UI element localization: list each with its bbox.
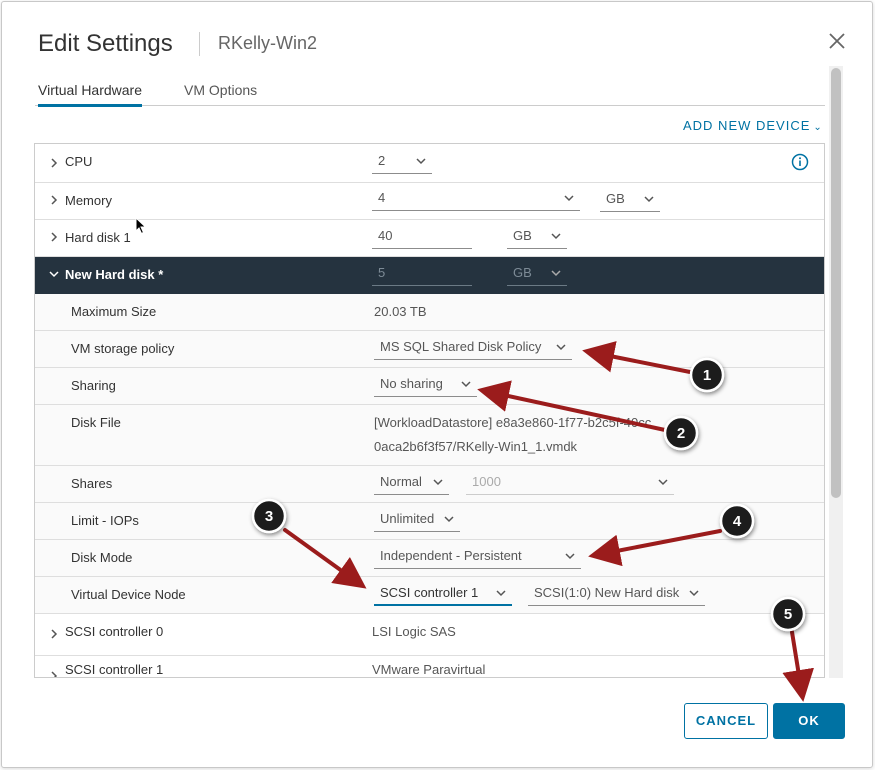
- device-node-row: Virtual Device Node SCSI controller 1 SC…: [35, 577, 824, 614]
- sharing-value: No sharing: [380, 376, 443, 391]
- memory-unit: GB: [606, 191, 625, 206]
- shares-label: Shares: [71, 476, 113, 491]
- max-size-row: Maximum Size 20.03 TB: [35, 294, 824, 331]
- dialog-title: Edit Settings: [38, 30, 173, 57]
- chevron-down-icon: [433, 479, 443, 486]
- hard-disk-1-unit: GB: [513, 228, 532, 243]
- shares-select[interactable]: Normal: [374, 473, 449, 495]
- hard-disk-1-unit-select[interactable]: GB: [507, 227, 567, 249]
- disk-mode-label: Disk Mode: [71, 550, 133, 565]
- storage-policy-value: MS SQL Shared Disk Policy: [380, 339, 542, 354]
- storage-policy-label: VM storage policy: [71, 341, 175, 356]
- sharing-row: Sharing No sharing: [35, 368, 824, 405]
- info-icon[interactable]: [791, 153, 809, 171]
- scsi-controller-0-label: SCSI controller 0: [65, 624, 164, 639]
- disk-file-row: Disk File [WorkloadDatastore] e8a3e860-1…: [35, 405, 824, 466]
- mouse-cursor-icon: [135, 217, 147, 235]
- shares-value: Normal: [380, 474, 422, 489]
- chevron-right-icon[interactable]: [49, 158, 59, 168]
- scsi-controller-0-value: LSI Logic SAS: [372, 624, 456, 639]
- tab-bar: Virtual Hardware VM Options: [35, 80, 825, 107]
- limit-iops-value: Unlimited: [380, 511, 435, 526]
- memory-select[interactable]: 4: [372, 189, 580, 211]
- storage-policy-row: VM storage policy MS SQL Shared Disk Pol…: [35, 331, 824, 368]
- scrollbar[interactable]: [829, 66, 843, 678]
- device-node-value: SCSI(1:0) New Hard disk: [534, 585, 680, 600]
- limit-iops-select[interactable]: Unlimited: [374, 510, 460, 532]
- vm-name: RKelly-Win2: [218, 33, 318, 53]
- tab-virtual-hardware[interactable]: Virtual Hardware: [38, 82, 143, 107]
- memory-unit-select[interactable]: GB: [600, 190, 660, 212]
- chevron-right-icon[interactable]: [49, 629, 59, 639]
- disk-mode-select[interactable]: Independent - Persistent: [374, 547, 581, 569]
- chevron-right-icon[interactable]: [49, 671, 59, 678]
- scsi-controller-1-value: VMware Paravirtual: [372, 662, 486, 677]
- chevron-down-icon: [658, 479, 668, 486]
- cpu-label: CPU: [65, 154, 93, 169]
- device-node-select[interactable]: SCSI(1:0) New Hard disk: [528, 584, 705, 606]
- device-node-controller-select[interactable]: SCSI controller 1: [374, 584, 512, 606]
- new-hard-disk-row: New Hard disk * 5 GB: [35, 257, 824, 294]
- max-size-label: Maximum Size: [71, 304, 157, 319]
- chevron-right-icon[interactable]: [49, 232, 59, 242]
- cpu-value: 2: [378, 153, 386, 168]
- chevron-down-icon: ⌄: [813, 122, 823, 133]
- add-new-device-label: ADD NEW DEVICE: [683, 118, 811, 133]
- chevron-down-icon: [551, 270, 561, 277]
- shares-amount-select[interactable]: 1000: [466, 473, 674, 495]
- shares-row: Shares Normal 1000: [35, 466, 824, 503]
- device-node-controller: SCSI controller 1: [380, 585, 479, 600]
- cpu-select[interactable]: 2: [372, 152, 432, 174]
- new-hard-disk-label: New Hard disk *: [65, 267, 164, 282]
- limit-iops-row: Limit - IOPs Unlimited: [35, 503, 824, 540]
- scrollbar-thumb[interactable]: [831, 68, 841, 498]
- chevron-down-icon: [444, 516, 454, 523]
- chevron-down-icon[interactable]: [49, 269, 59, 279]
- sharing-select[interactable]: No sharing: [374, 375, 477, 397]
- chevron-down-icon: [496, 590, 506, 597]
- disk-file-path-2: 0aca2b6f3f57/RKelly-Win1_1.vmdk: [374, 439, 578, 454]
- add-new-device-button[interactable]: ADD NEW DEVICE ⌄: [683, 118, 823, 133]
- device-node-label: Virtual Device Node: [71, 587, 186, 602]
- title-separator: [199, 32, 200, 56]
- new-hard-disk-size: 5: [378, 265, 386, 280]
- close-icon[interactable]: [826, 30, 848, 52]
- scsi-controller-1-row: SCSI controller 1 VMware Paravirtual: [35, 656, 824, 678]
- sharing-label: Sharing: [71, 378, 116, 393]
- chevron-down-icon: [416, 158, 426, 165]
- shares-amount: 1000: [472, 474, 501, 489]
- hard-disk-1-label: Hard disk 1: [65, 230, 131, 245]
- ok-button[interactable]: OK: [773, 703, 845, 739]
- memory-row: Memory 4 GB: [35, 183, 824, 220]
- chevron-down-icon: [689, 590, 699, 597]
- memory-value: 4: [378, 190, 386, 205]
- storage-policy-select[interactable]: MS SQL Shared Disk Policy: [374, 338, 572, 360]
- hard-disk-1-size-input[interactable]: 40: [372, 227, 472, 249]
- chevron-down-icon: [461, 381, 471, 388]
- chevron-down-icon: [644, 196, 654, 203]
- chevron-down-icon: [564, 195, 574, 202]
- limit-iops-label: Limit - IOPs: [71, 513, 139, 528]
- disk-mode-row: Disk Mode Independent - Persistent: [35, 540, 824, 577]
- cpu-row: CPU 2: [35, 144, 824, 183]
- hard-disk-1-size: 40: [378, 228, 393, 243]
- memory-label: Memory: [65, 193, 112, 208]
- disk-file-label: Disk File: [71, 415, 121, 430]
- new-hard-disk-unit-select[interactable]: GB: [507, 264, 567, 286]
- scsi-controller-0-row: SCSI controller 0 LSI Logic SAS: [35, 614, 824, 656]
- chevron-down-icon: [565, 553, 575, 560]
- disk-mode-value: Independent - Persistent: [380, 548, 522, 563]
- cancel-button[interactable]: CANCEL: [684, 703, 768, 739]
- scsi-controller-1-label: SCSI controller 1: [65, 662, 164, 677]
- max-size-value: 20.03 TB: [374, 304, 427, 319]
- hardware-grid: CPU 2 Memory 4 GB Hard disk 1 40 GB New …: [34, 143, 825, 678]
- chevron-down-icon: [556, 344, 566, 351]
- chevron-down-icon: [551, 233, 561, 240]
- new-hard-disk-unit: GB: [513, 265, 532, 280]
- new-hard-disk-size-input[interactable]: 5: [372, 264, 472, 286]
- tab-vm-options[interactable]: VM Options: [184, 82, 257, 106]
- hard-disk-1-row: Hard disk 1 40 GB: [35, 220, 824, 257]
- chevron-right-icon[interactable]: [49, 195, 59, 205]
